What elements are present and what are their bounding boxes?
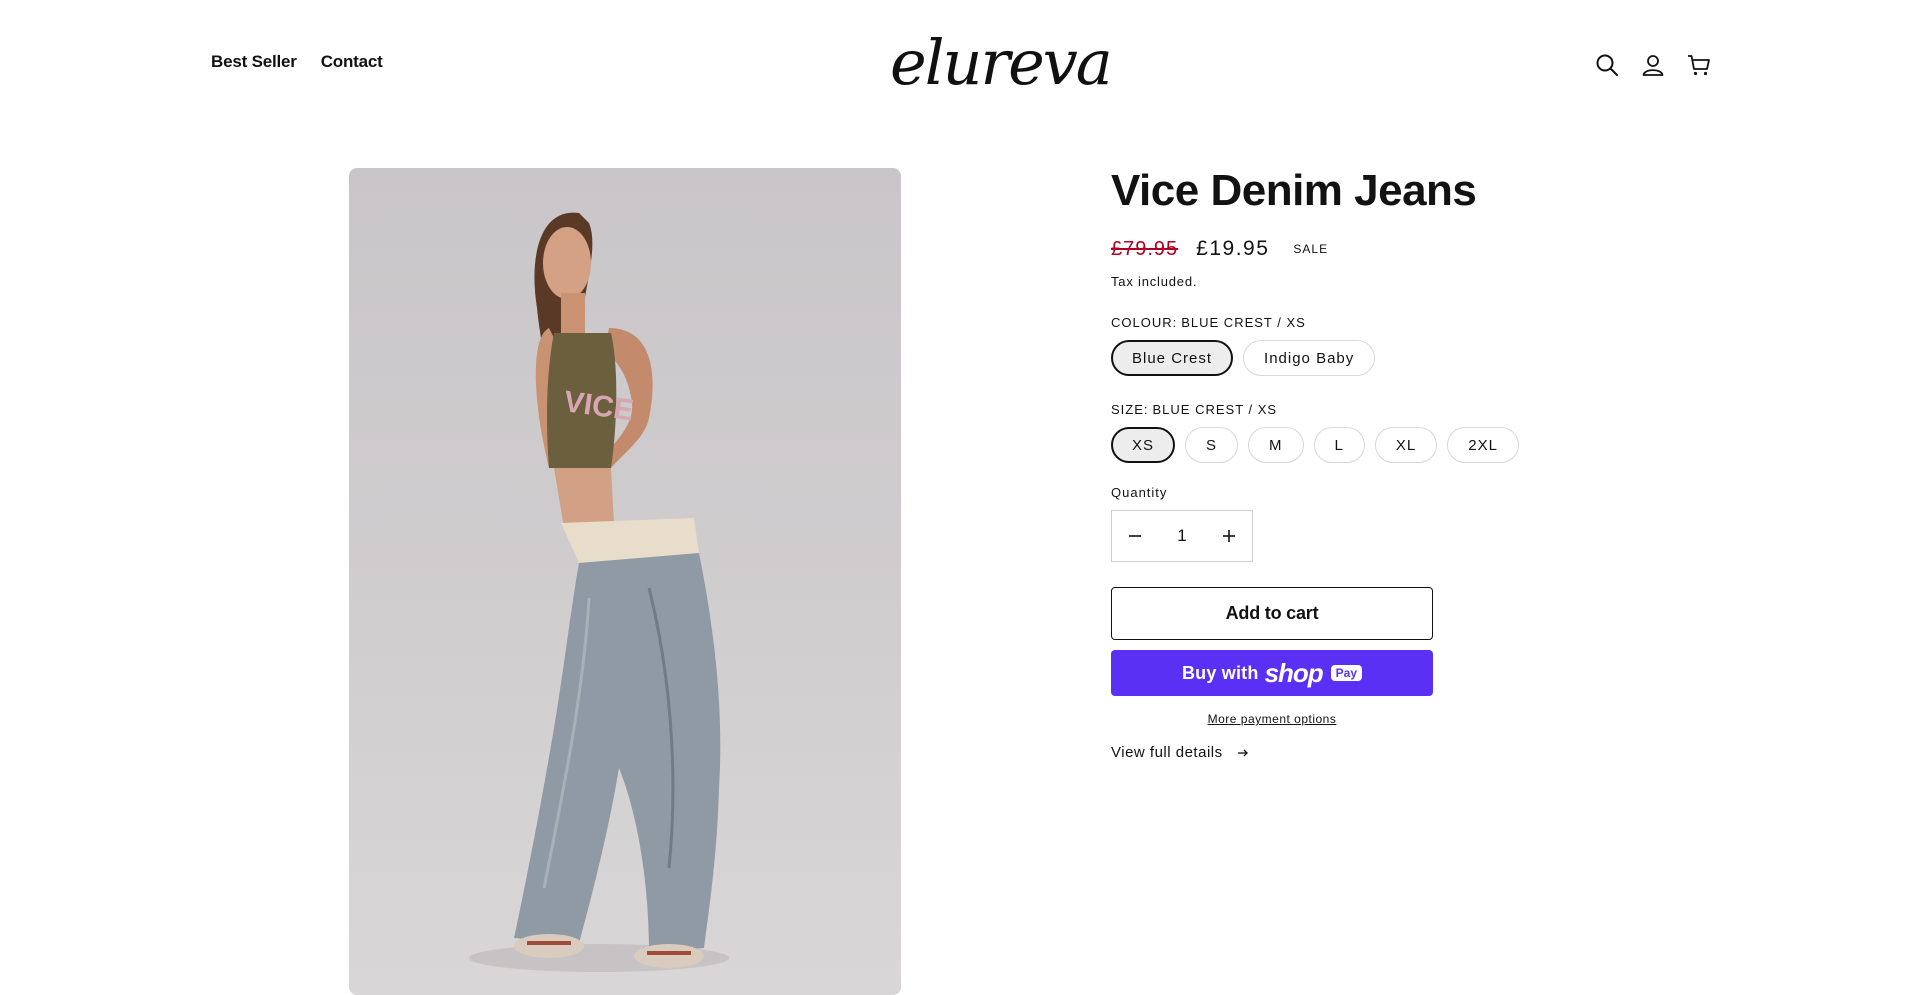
view-full-details-label: View full details: [1111, 744, 1223, 761]
main-nav: Best Seller Contact: [211, 52, 383, 72]
shop-pay-logo: shop: [1264, 657, 1324, 688]
size-label: SIZE: BLUE CREST / XS: [1111, 402, 1531, 417]
quantity-stepper: 1: [1111, 510, 1253, 562]
size-option-2xl[interactable]: 2XL: [1447, 427, 1519, 463]
decrease-quantity-button[interactable]: [1112, 511, 1158, 561]
product-title: Vice Denim Jeans: [1111, 166, 1477, 215]
size-options: XS S M L XL 2XL: [1111, 427, 1531, 463]
colour-selected-value: BLUE CREST / XS: [1181, 315, 1306, 330]
search-icon[interactable]: [1594, 52, 1620, 78]
size-option-xl[interactable]: XL: [1374, 427, 1438, 463]
price-row: £79.95 £19.95 SALE: [1111, 234, 1531, 264]
size-option-l[interactable]: L: [1313, 427, 1365, 463]
quantity-input[interactable]: 1: [1177, 526, 1186, 546]
view-full-details-link[interactable]: View full details: [1111, 744, 1531, 761]
product-image[interactable]: VICE: [349, 168, 901, 995]
regular-price: £79.95: [1111, 237, 1179, 260]
plus-icon: [1223, 530, 1235, 542]
cart-icon[interactable]: [1686, 52, 1712, 78]
site-header: Best Seller Contact elureva: [0, 0, 1920, 130]
site-logo[interactable]: elureva: [890, 28, 1113, 98]
sale-price: £19.95: [1196, 237, 1270, 260]
size-option-m[interactable]: M: [1248, 427, 1304, 463]
product-info: Vice Denim Jeans £79.95 £19.95 SALE Tax …: [1111, 160, 1531, 761]
account-icon[interactable]: [1640, 52, 1666, 78]
more-payment-options-link[interactable]: More payment options: [1111, 712, 1433, 726]
quantity-label: Quantity: [1111, 485, 1168, 500]
minus-icon: [1129, 535, 1141, 537]
colour-option-blue-crest[interactable]: Blue Crest: [1111, 340, 1234, 376]
add-to-cart-button[interactable]: Add to cart: [1111, 587, 1433, 640]
nav-best-seller[interactable]: Best Seller: [211, 52, 297, 72]
size-label-text: SIZE:: [1111, 402, 1149, 417]
size-selected-value: BLUE CREST / XS: [1152, 402, 1278, 417]
shop-pay-buy-text: Buy with: [1181, 662, 1259, 683]
colour-label-text: COLOUR:: [1111, 315, 1178, 330]
size-option-s[interactable]: S: [1185, 427, 1239, 463]
colour-options: Blue Crest Indigo Baby: [1111, 340, 1531, 376]
colour-label: COLOUR: BLUE CREST / XS: [1111, 315, 1531, 330]
shop-pay-pay-badge: Pay: [1330, 665, 1363, 681]
nav-contact[interactable]: Contact: [321, 52, 383, 72]
tax-note: Tax included.: [1111, 274, 1198, 289]
increase-quantity-button[interactable]: [1206, 511, 1252, 561]
sale-badge: SALE: [1293, 242, 1329, 256]
arrow-right-icon: [1237, 749, 1248, 756]
shop-pay-button[interactable]: Buy with shop Pay: [1111, 650, 1433, 696]
header-icons: [1594, 52, 1712, 78]
colour-option-indigo-baby[interactable]: Indigo Baby: [1243, 340, 1376, 376]
size-option-xs[interactable]: XS: [1111, 427, 1176, 463]
